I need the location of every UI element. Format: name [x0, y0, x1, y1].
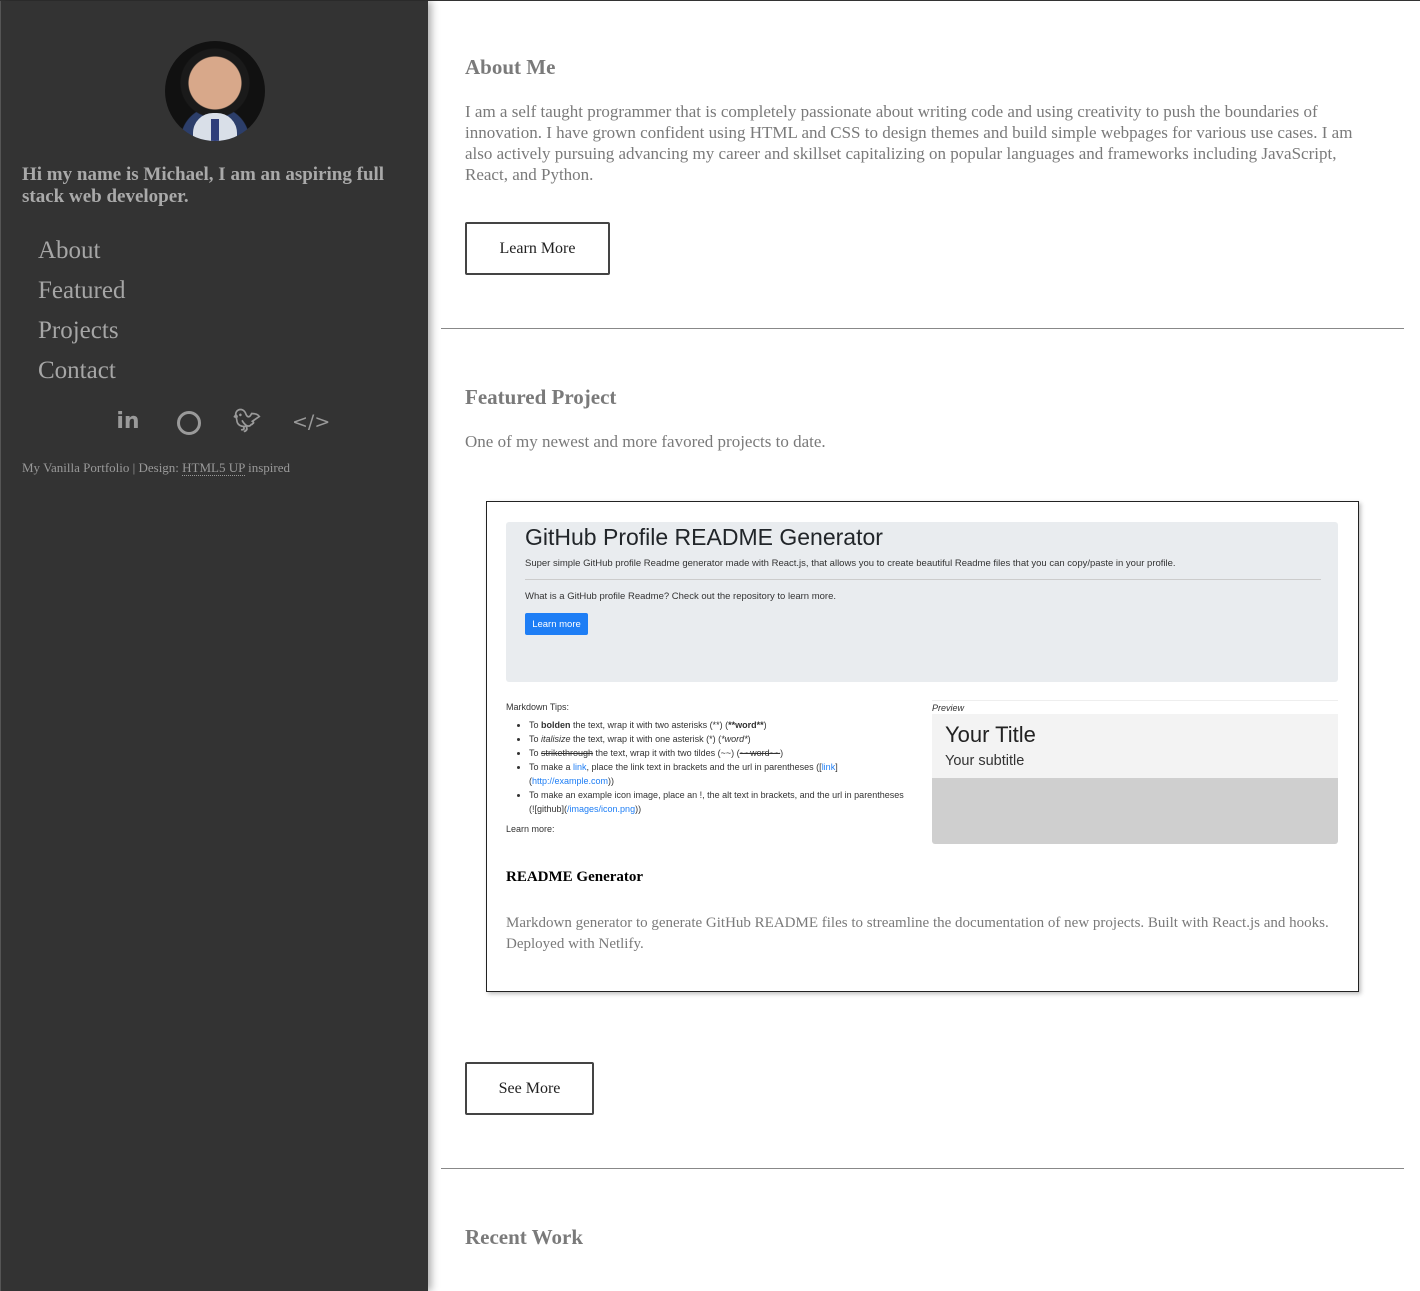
nav-projects[interactable]: Projects: [38, 311, 125, 351]
intro-text: Hi my name is Michael, I am an aspiring …: [22, 164, 385, 207]
see-more-button[interactable]: See More: [465, 1062, 594, 1115]
twitter-icon[interactable]: 🐦︎: [232, 407, 262, 437]
readme-preview: Preview Your Title Your subtitle: [932, 700, 1338, 846]
footer-credit: My Vanilla Portfolio | Design: HTML5 UP …: [22, 460, 290, 476]
preview-header: Your Title Your subtitle: [932, 714, 1338, 778]
tips-title: Markdown Tips:: [506, 702, 570, 712]
project-title: README Generator: [506, 869, 644, 885]
screenshot-question: What is a GitHub profile Readme? Check o…: [525, 591, 837, 602]
social-links: in 🐦︎ </>: [114, 407, 330, 437]
screenshot-subtitle: Super simple GitHub profile Readme gener…: [525, 558, 1176, 569]
footer-prefix: My Vanilla Portfolio | Design:: [22, 460, 183, 475]
section-divider: [441, 328, 1404, 329]
screenshot-jumbotron: GitHub Profile README Generator Super si…: [506, 522, 1338, 682]
featured-heading: Featured Project: [465, 385, 617, 409]
screenshot-divider: [525, 579, 1321, 580]
nav-featured[interactable]: Featured: [38, 271, 125, 311]
recent-work-heading: Recent Work: [465, 1225, 584, 1249]
preview-title: Your Title: [945, 722, 1036, 747]
preview-subtitle: Your subtitle: [945, 753, 1025, 769]
tip-item: To bolden the text, wrap it with two ast…: [529, 718, 906, 732]
tip-item: To strikethrough the text, wrap it with …: [529, 746, 906, 760]
tip-item: To italisize the text, wrap it with one …: [529, 732, 906, 746]
markdown-tips: Markdown Tips: To bolden the text, wrap …: [506, 700, 906, 836]
about-body: I am a self taught programmer that is co…: [465, 102, 1353, 184]
preview-label: Preview: [932, 700, 1338, 713]
screenshot-learn-more-button: Learn more: [525, 613, 588, 635]
main-nav: About Featured Projects Contact: [38, 231, 125, 391]
profile-avatar: [165, 41, 265, 141]
code-icon[interactable]: </>: [292, 407, 330, 437]
project-description: Markdown generator to generate GitHub RE…: [506, 915, 1329, 952]
screenshot-title: GitHub Profile README Generator: [525, 524, 883, 550]
featured-project-card[interactable]: GitHub Profile README Generator Super si…: [486, 501, 1359, 992]
sidebar: Hi my name is Michael, I am an aspiring …: [0, 1, 428, 1291]
learn-more-button[interactable]: Learn More: [465, 222, 610, 275]
footer-suffix: inspired: [244, 460, 291, 475]
preview-box: Your Title Your subtitle: [932, 714, 1338, 844]
tip-item: To make an example icon image, place an …: [529, 788, 906, 816]
nav-about[interactable]: About: [38, 231, 125, 271]
featured-subtitle: One of my newest and more favored projec…: [465, 432, 826, 451]
tip-item: To make a link, place the link text in b…: [529, 760, 906, 788]
section-divider: [441, 1168, 1404, 1169]
html5up-link[interactable]: HTML5 UP: [182, 460, 245, 476]
github-icon[interactable]: [174, 407, 202, 435]
about-heading: About Me: [465, 55, 556, 79]
nav-contact[interactable]: Contact: [38, 351, 125, 391]
tips-learn-more: Learn more:: [506, 824, 555, 834]
linkedin-icon[interactable]: in: [114, 407, 142, 437]
project-screenshot: GitHub Profile README Generator Super si…: [506, 522, 1338, 846]
